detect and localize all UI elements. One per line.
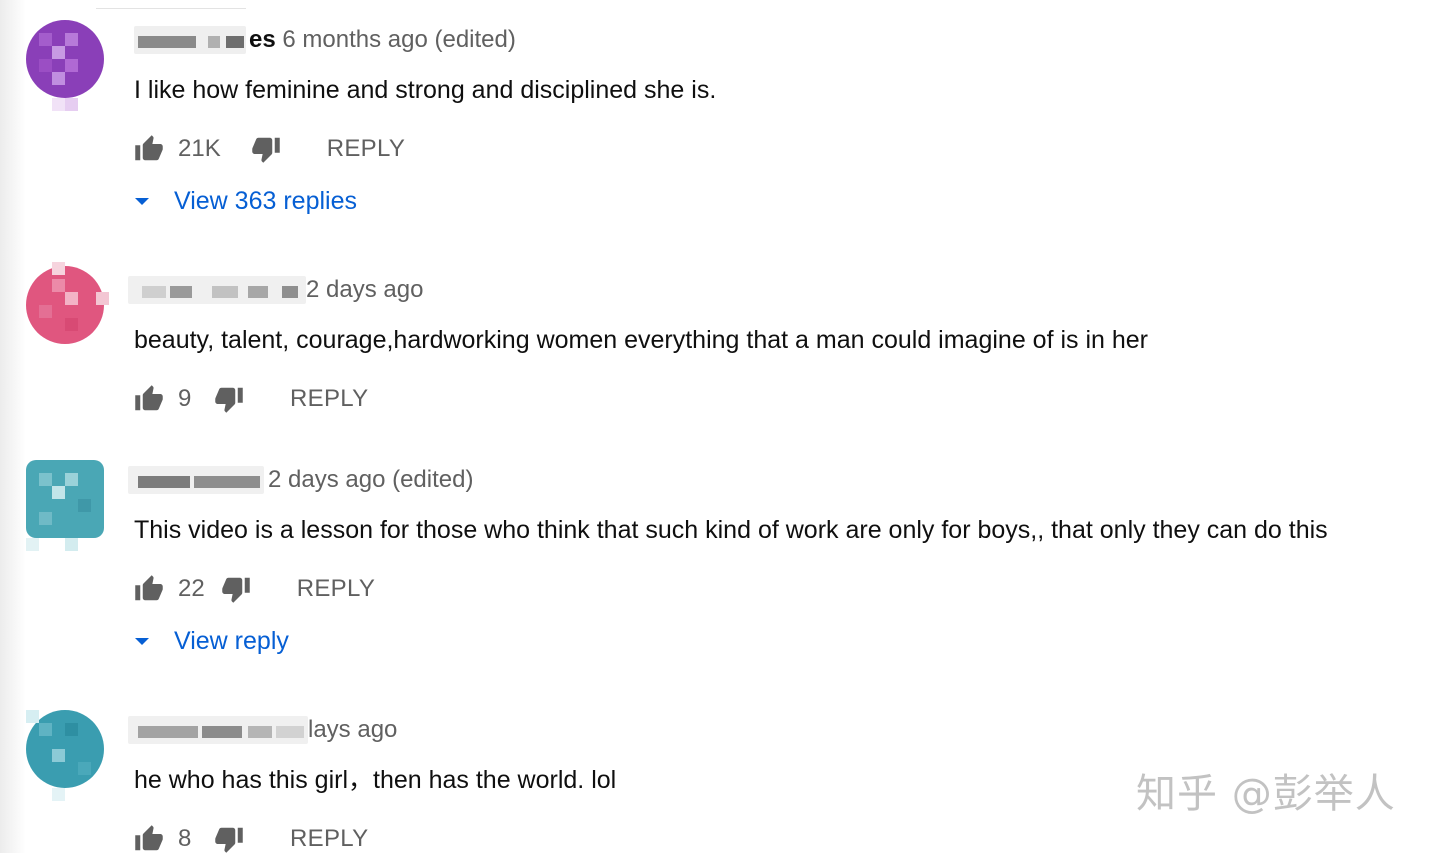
reply-button[interactable]: REPLY — [290, 385, 368, 413]
comment-actions: 21K REPLY — [134, 134, 405, 164]
comment-text: I like how feminine and strong and disci… — [134, 76, 717, 104]
like-count: 8 — [178, 825, 192, 852]
like-count: 9 — [178, 385, 192, 412]
thumb-down-icon[interactable] — [251, 134, 281, 164]
comment-header: lays ago — [308, 716, 397, 744]
like-count: 22 — [178, 575, 205, 602]
author-name[interactable]: es — [249, 26, 276, 53]
top-divider-scrap — [96, 8, 246, 9]
avatar-image — [26, 266, 104, 344]
watermark: 知乎 @彭举人 — [1136, 771, 1396, 817]
view-replies-label: View 363 replies — [174, 186, 357, 215]
avatar-image — [26, 460, 104, 538]
comment-text: This video is a lesson for those who thi… — [134, 516, 1328, 544]
reply-button[interactable]: REPLY — [290, 825, 368, 853]
comment-text: beauty, talent, courage,hardworking wome… — [134, 326, 1149, 354]
comment-timestamp[interactable]: 6 months ago (edited) — [282, 26, 515, 53]
comments-page: es 6 months ago (edited) I like how femi… — [0, 0, 1440, 853]
thumb-down-icon[interactable] — [214, 824, 244, 853]
reply-button[interactable]: REPLY — [327, 135, 405, 163]
thumb-up-icon[interactable] — [134, 384, 164, 414]
comment-actions: 8 REPLY — [134, 824, 368, 853]
thumb-up-icon[interactable] — [134, 134, 164, 164]
avatar[interactable] — [26, 20, 104, 111]
thumb-down-icon[interactable] — [214, 384, 244, 414]
author-name-redacted — [128, 716, 308, 744]
left-edge-shade — [0, 0, 26, 853]
comment-header: es 6 months ago (edited) — [249, 26, 516, 54]
comment-header: 2 days ago — [306, 276, 423, 304]
comment-actions: 9 REPLY — [134, 384, 368, 414]
view-replies-button[interactable]: View 363 replies — [134, 186, 357, 216]
thumb-up-icon[interactable] — [134, 574, 164, 604]
comment-timestamp[interactable]: lays ago — [308, 716, 397, 743]
comment-text: he who has this girl，then has the world.… — [134, 766, 617, 794]
comment-timestamp[interactable]: 2 days ago (edited) — [268, 466, 473, 493]
comment-header: 2 days ago (edited) — [268, 466, 473, 494]
author-name-redacted — [134, 26, 246, 54]
author-name-redacted — [128, 276, 306, 304]
like-count: 21K — [178, 135, 221, 162]
comment-timestamp[interactable]: 2 days ago — [306, 276, 423, 303]
view-replies-label: View reply — [174, 626, 289, 655]
avatar[interactable] — [26, 262, 109, 344]
caret-down-icon — [134, 633, 150, 649]
avatar[interactable] — [26, 460, 104, 551]
avatar[interactable] — [26, 710, 104, 801]
reply-button[interactable]: REPLY — [297, 575, 375, 603]
thumb-down-icon[interactable] — [221, 574, 251, 604]
thumb-up-icon[interactable] — [134, 824, 164, 853]
author-name-redacted — [128, 466, 264, 494]
comment-actions: 22 REPLY — [134, 574, 375, 604]
view-replies-button[interactable]: View reply — [134, 626, 289, 656]
caret-down-icon — [134, 193, 150, 209]
avatar-image — [26, 20, 104, 98]
